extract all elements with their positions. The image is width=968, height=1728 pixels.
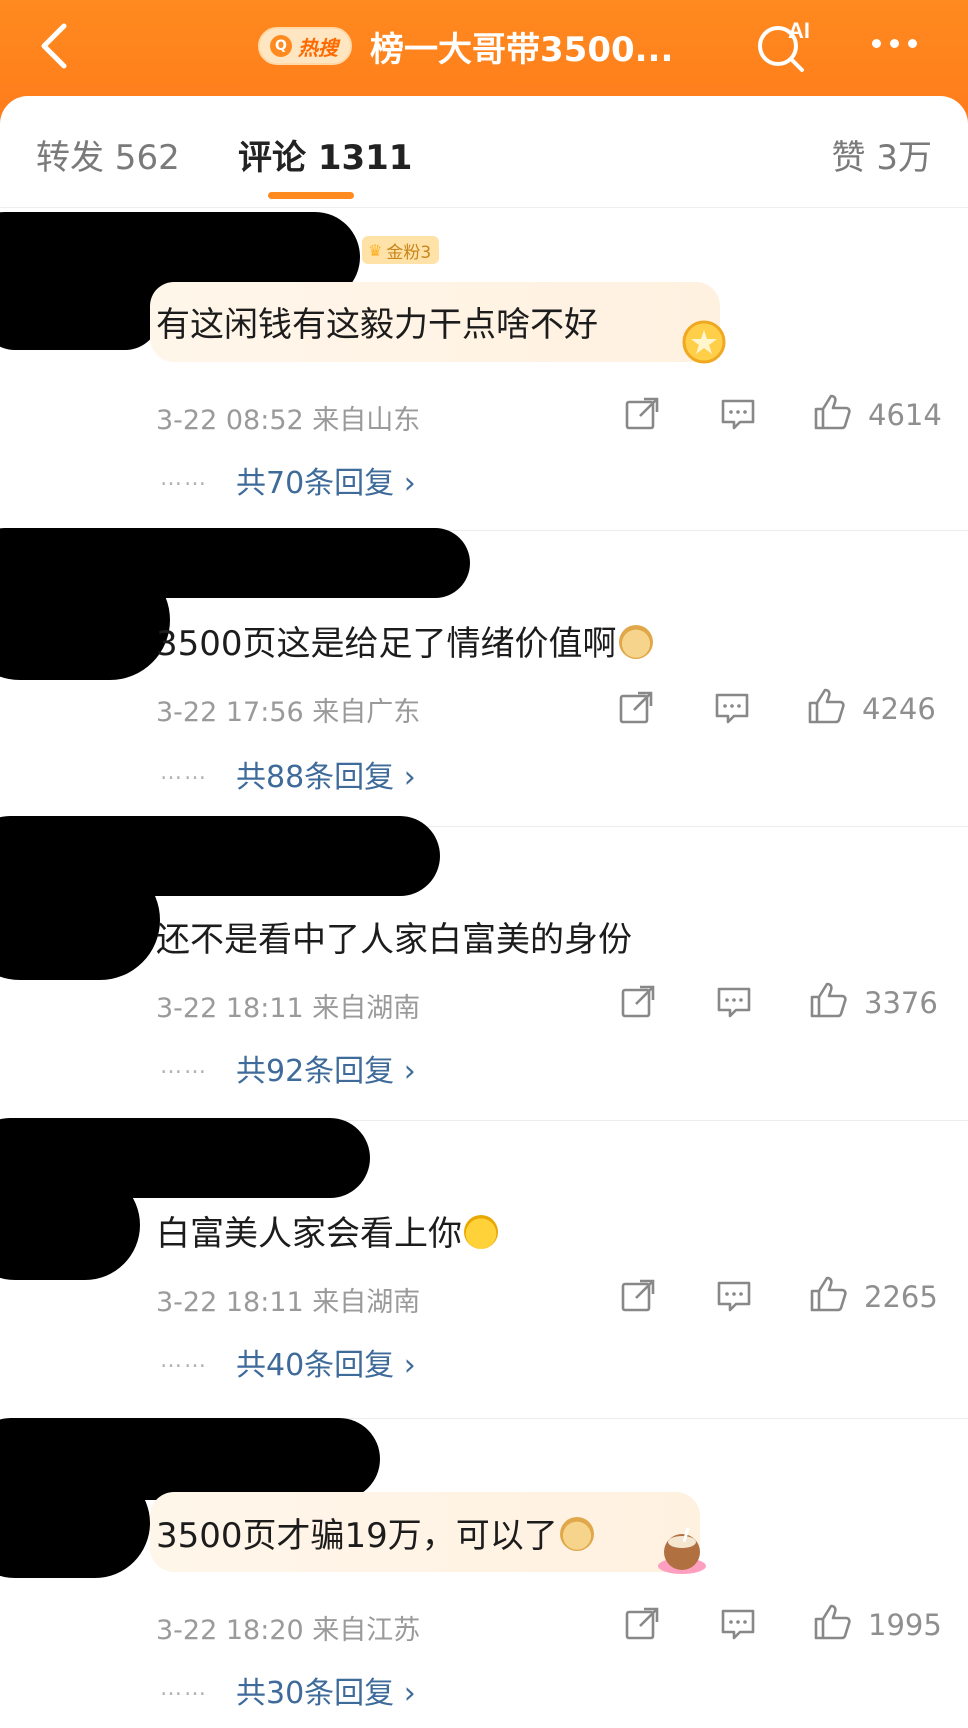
doge-emoji-icon [618,625,653,659]
tab-comments[interactable]: 评论 1311 [238,130,412,179]
laughing-emoji-icon [464,1215,498,1249]
comment-button[interactable] [718,1604,758,1644]
share-icon [621,985,655,1018]
comment-meta: 3-22 08:52 来自山东 [156,405,421,436]
comment-icon [717,1281,751,1312]
fan-level-badge: ♛ 金粉3 [362,236,440,264]
like-count: 2265 [864,1280,938,1314]
fan-level-label: 金粉3 [386,242,432,263]
back-button[interactable] [34,20,94,80]
tab-likes[interactable]: 赞 3万 [832,130,932,179]
share-button[interactable] [622,1604,662,1644]
reply-dots: …… [160,1054,208,1079]
comment-button[interactable] [712,688,752,728]
like-button[interactable] [808,980,848,1020]
view-replies-link[interactable]: 共40条回复 › [236,1340,416,1384]
comment-text: 3500页这是给足了情绪价值啊 [156,616,653,665]
title-area: Q 热搜 榜一大哥带3500... [258,20,673,72]
like-count: 1995 [868,1608,942,1642]
dot-icon [872,38,881,48]
coconut-decoration-icon [658,1527,706,1574]
like-count: 4614 [868,398,942,432]
share-button[interactable] [616,688,656,728]
comment-button[interactable] [718,394,758,434]
tab-indicator [268,192,354,199]
dot-icon [908,38,917,48]
comment-button[interactable] [714,1276,754,1316]
comment-icon [717,987,751,1018]
share-icon [625,1607,659,1640]
redacted-avatar [0,1170,140,1280]
ai-search-icon: AI [758,18,810,72]
comment-meta: 3-22 18:20 来自江苏 [156,1615,421,1646]
reply-dots: …… [160,760,208,785]
tab-bar: 转发 562 评论 1311 赞 3万 [0,96,968,208]
ai-search-button[interactable]: AI [752,14,816,78]
comment-icon [721,1609,755,1640]
more-options-button[interactable] [872,28,932,58]
redacted-avatar [0,560,170,680]
redacted-avatar [0,860,160,980]
chevron-left-icon [41,23,67,69]
like-button[interactable] [808,1274,848,1314]
comment-text: 有这闲钱有这毅力干点啥不好 [156,305,598,345]
reply-dots: …… [160,466,208,491]
dot-icon [890,38,899,48]
share-icon [625,397,659,430]
svg-text:AI: AI [788,18,810,43]
redacted-avatar [0,1468,150,1578]
comment-text: 还不是看中了人家白富美的身份 [156,920,632,960]
share-button[interactable] [618,982,658,1022]
like-button[interactable] [812,392,852,432]
share-button[interactable] [618,1276,658,1316]
doge-emoji-icon [559,1517,594,1551]
comment-icon [715,693,749,724]
hot-search-badge[interactable]: Q 热搜 [258,27,352,65]
reply-dots: …… [160,1348,208,1373]
thumbs-up-icon [814,1604,851,1640]
crown-icon: ♛ [368,240,383,260]
comment-meta: 3-22 17:56 来自广东 [156,697,421,728]
thumbs-up-icon [810,1276,847,1312]
thumbs-up-icon [810,982,847,1018]
like-button[interactable] [812,1602,852,1642]
share-icon [621,1279,655,1312]
comment-button[interactable] [714,982,754,1022]
view-replies-link[interactable]: 共30条回复 › [236,1668,416,1712]
comment-text: 3500页才骗19万，可以了 [156,1508,594,1557]
thumbs-up-icon [814,394,851,430]
view-replies-link[interactable]: 共88条回复 › [236,752,416,796]
redacted-avatar [0,280,160,350]
reply-dots: …… [160,1676,208,1701]
like-count: 4246 [862,692,936,726]
share-icon [619,691,653,724]
search-icon: Q [270,35,292,57]
view-replies-link[interactable]: 共70条回复 › [236,458,416,502]
comment-icon [721,399,755,430]
hot-search-label: 热搜 [298,35,338,60]
share-button[interactable] [622,394,662,434]
comment-text: 白富美人家会看上你 [156,1206,498,1255]
thumbs-up-icon [808,688,845,724]
tab-reposts[interactable]: 转发 562 [36,130,180,179]
star-badge-icon [682,320,726,364]
view-replies-link[interactable]: 共92条回复 › [236,1046,416,1090]
like-count: 3376 [864,986,938,1020]
comment-meta: 3-22 18:11 来自湖南 [156,993,421,1024]
page-title: 榜一大哥带3500... [370,29,674,70]
like-button[interactable] [806,686,846,726]
comment-meta: 3-22 18:11 来自湖南 [156,1287,421,1318]
